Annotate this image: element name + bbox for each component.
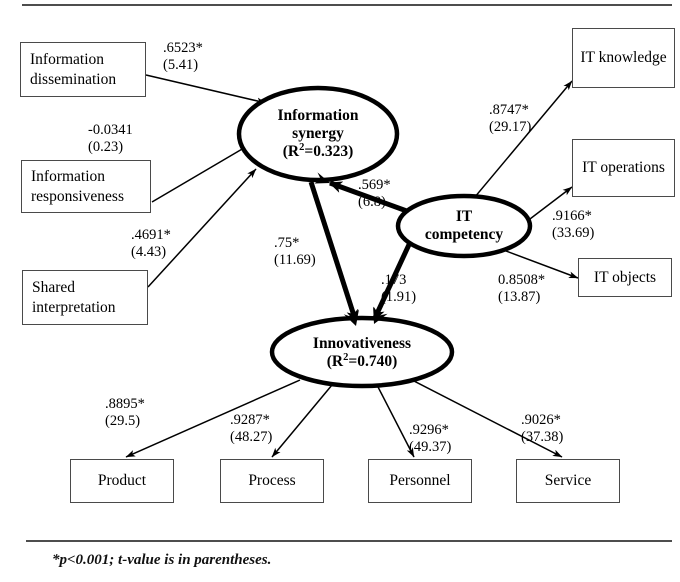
t-value: (29.5) (105, 413, 141, 430)
box-process[interactable]: Process (220, 459, 324, 503)
box-it-knowledge-label: IT knowledge (580, 49, 667, 67)
box-it-knowledge[interactable]: IT knowledge (572, 28, 675, 88)
path-label-synergy-to-innovativeness: .75* (11.69) (274, 235, 316, 269)
path-label-innovativeness-to-service: .9026* (37.38) (521, 412, 563, 446)
box-information-dissemination[interactable]: Information dissemination (20, 42, 146, 97)
t-value: (29.17) (489, 119, 532, 136)
arrow-innovativeness-to-process (271, 384, 333, 458)
t-value: (1.91) (381, 289, 417, 306)
box-it-objects[interactable]: IT objects (578, 258, 672, 297)
t-value: (49.37) (409, 439, 452, 456)
path-label-competency-to-it-operations: .9166* (33.69) (552, 208, 594, 242)
box-it-objects-label: IT objects (593, 268, 657, 286)
coefficient-value: -0.0341 (88, 122, 133, 138)
path-label-dissemination-to-synergy: .6523* (5.41) (163, 40, 203, 74)
box-information-dissemination-label: Information dissemination (30, 50, 117, 88)
arrow-synergy-to-innovativeness (308, 181, 359, 324)
path-label-innovativeness-to-personnel: .9296* (49.37) (409, 422, 451, 456)
ellipse-information-synergy (236, 85, 400, 183)
box-shared-interpretation-label: Shared interpretation (32, 278, 116, 316)
coefficient-value: .9287* (230, 412, 270, 428)
box-it-operations[interactable]: IT operations (572, 139, 675, 197)
ellipse-it-competency (395, 193, 533, 259)
box-service-label: Service (544, 472, 592, 490)
arrow-innovativeness-to-product (125, 379, 301, 458)
path-label-responsiveness-to-synergy: -0.0341 (0.23) (88, 122, 133, 156)
t-value: (6.8) (358, 194, 386, 211)
t-value: (11.69) (274, 252, 316, 269)
path-label-innovativeness-to-process: .9287* (48.27) (230, 412, 272, 446)
coefficient-value: .9166* (552, 208, 592, 224)
arrow-dissemination-to-synergy (145, 74, 267, 105)
t-value: (4.43) (131, 244, 167, 261)
path-label-competency-to-it-knowledge: .8747* (29.17) (489, 102, 531, 136)
path-diagram-figure: Information dissemination Information re… (0, 0, 680, 582)
path-label-shared-interpretation-to-synergy: .4691* (4.43) (131, 227, 171, 261)
coefficient-value: .569* (358, 177, 391, 193)
box-information-responsiveness-label: Information responsiveness (31, 167, 124, 205)
coefficient-value: .75* (274, 235, 300, 251)
t-value: (48.27) (230, 429, 273, 446)
path-label-competency-to-it-objects: 0.8508* (13.87) (498, 272, 545, 306)
coefficient-value: 0.8508* (498, 272, 546, 288)
coefficient-value: .8895* (105, 396, 145, 412)
t-value: (33.69) (552, 225, 595, 242)
t-value: (13.87) (498, 289, 541, 306)
t-value: (0.23) (88, 139, 124, 156)
box-it-operations-label: IT operations (582, 159, 665, 177)
t-value: (37.38) (521, 429, 564, 446)
box-product-label: Product (97, 472, 147, 490)
box-service[interactable]: Service (516, 459, 620, 503)
coefficient-value: .9296* (409, 422, 449, 438)
box-personnel-label: Personnel (389, 472, 451, 490)
t-value: (5.41) (163, 57, 199, 74)
path-label-competency-to-synergy: .569* (6.8) (358, 177, 391, 211)
coefficient-value: .4691* (131, 227, 171, 243)
coefficient-value: .8747* (489, 102, 529, 118)
box-product[interactable]: Product (70, 459, 174, 503)
path-label-competency-to-innovativeness: .173 (1.91) (381, 272, 416, 306)
coefficient-value: .6523* (163, 40, 203, 56)
box-information-responsiveness[interactable]: Information responsiveness (21, 160, 151, 213)
path-label-innovativeness-to-product: .8895* (29.5) (105, 396, 145, 430)
figure-footnote: *p<0.001; t-value is in parentheses. (52, 552, 272, 568)
box-process-label: Process (248, 472, 296, 490)
ellipse-innovativeness (269, 315, 455, 389)
coefficient-value: .173 (381, 272, 407, 288)
box-personnel[interactable]: Personnel (368, 459, 472, 503)
box-shared-interpretation[interactable]: Shared interpretation (22, 270, 148, 325)
coefficient-value: .9026* (521, 412, 561, 428)
